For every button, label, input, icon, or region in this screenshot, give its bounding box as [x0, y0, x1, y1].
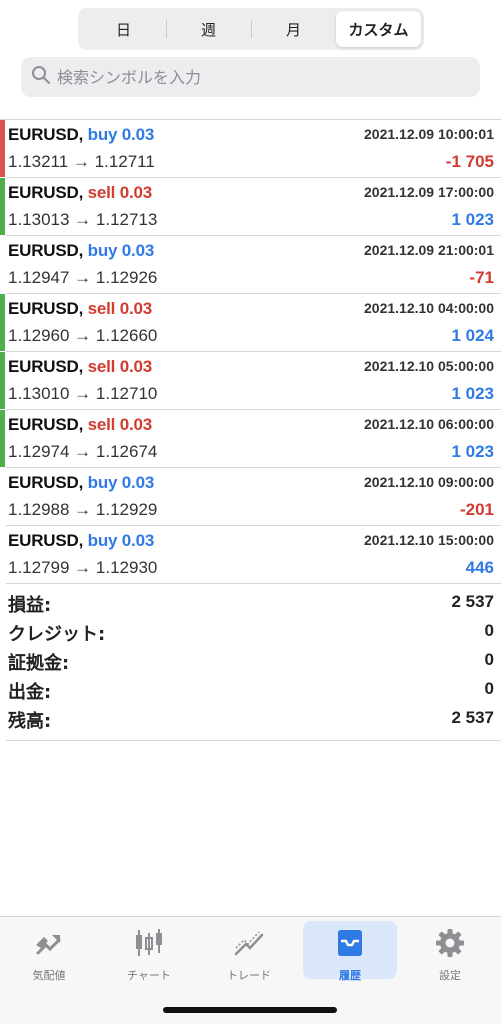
summary-value: 0: [484, 621, 494, 640]
trade-prices: 1.12947 → 1.12926: [8, 268, 158, 287]
trade-prices: 1.13010 → 1.12710: [8, 384, 158, 403]
period-tab-custom[interactable]: カスタム: [336, 11, 421, 47]
summary-row-credit: クレジット: 0: [6, 618, 501, 647]
summary-label: クレジット:: [8, 624, 106, 645]
trade-symbol: EURUSD,: [8, 125, 84, 144]
tab-label: 気配値: [32, 969, 66, 982]
trade-time: 2021.12.09 17:00:00: [364, 184, 494, 200]
trade-prices: 1.12799 → 1.12930: [8, 558, 158, 577]
trade-side-volume: sell 0.03: [87, 357, 153, 376]
trade-prices: 1.13211 → 1.12711: [8, 152, 155, 171]
trade-row[interactable]: EURUSD, buy 0.03 2021.12.09 10:00:01 1.1…: [0, 120, 501, 178]
trade-side-volume: sell 0.03: [87, 299, 153, 318]
tab-trade[interactable]: トレード: [202, 921, 296, 982]
summary-row-margin: 証拠金: 0: [6, 647, 501, 676]
candlestick-chart-icon: [132, 921, 166, 964]
trade-symbol: EURUSD,: [8, 473, 84, 492]
trade-side-volume: sell 0.03: [87, 415, 153, 434]
trade-prices: 1.13013 → 1.12713: [8, 210, 158, 229]
summary-label: 損益:: [8, 595, 52, 616]
search-bar[interactable]: [21, 57, 480, 97]
trade-symbol: EURUSD,: [8, 357, 84, 376]
tab-label: 設定: [439, 969, 461, 982]
summary-label: 証拠金:: [8, 653, 70, 674]
period-tab-month[interactable]: 月: [251, 11, 336, 47]
trade-symbol: EURUSD,: [8, 241, 84, 260]
tab-label: 履歴: [339, 969, 361, 982]
trade-side-volume: buy 0.03: [87, 241, 155, 260]
summary-label: 出金:: [8, 682, 52, 703]
summary-row-withdrawal: 出金: 0: [6, 676, 501, 705]
trade-status-bar: [0, 178, 5, 235]
trade-profit: 1 023: [451, 210, 494, 229]
summary-label: 残高:: [8, 711, 52, 732]
trade-time: 2021.12.10 09:00:00: [364, 474, 494, 490]
summary-row-profit: 損益: 2 537: [6, 589, 501, 618]
period-tab-day[interactable]: 日: [81, 11, 166, 47]
tab-chart[interactable]: チャート: [102, 921, 196, 982]
trade-profit: -1 705: [445, 152, 494, 171]
trade-symbol: EURUSD,: [8, 531, 84, 550]
trade-prices: 1.12988 → 1.12929: [8, 500, 158, 519]
home-indicator: [163, 1007, 337, 1013]
trade-row[interactable]: EURUSD, buy 0.03 2021.12.09 21:00:01 1.1…: [6, 236, 501, 294]
trade-row[interactable]: EURUSD, buy 0.03 2021.12.10 15:00:00 1.1…: [6, 526, 501, 584]
quotes-icon: [32, 921, 66, 964]
trade-side-volume: buy 0.03: [87, 531, 155, 550]
trade-profit: 1 023: [451, 384, 494, 403]
trade-profit: 446: [465, 558, 494, 577]
trade-row[interactable]: EURUSD, sell 0.03 2021.12.10 04:00:00 1.…: [0, 294, 501, 352]
search-input[interactable]: [57, 67, 457, 87]
tab-settings[interactable]: 設定: [403, 921, 497, 982]
trade-side-volume: sell 0.03: [87, 183, 153, 202]
tab-label: チャート: [127, 969, 171, 982]
trade-line-icon: [232, 921, 266, 964]
trade-row[interactable]: EURUSD, sell 0.03 2021.12.10 06:00:00 1.…: [0, 410, 501, 468]
trade-time: 2021.12.10 06:00:00: [364, 416, 494, 432]
inbox-history-icon: [333, 921, 367, 964]
tab-quotes[interactable]: 気配値: [2, 921, 96, 982]
trade-time: 2021.12.10 05:00:00: [364, 358, 494, 374]
trade-row[interactable]: EURUSD, sell 0.03 2021.12.09 17:00:00 1.…: [0, 178, 501, 236]
trade-side-volume: buy 0.03: [87, 473, 155, 492]
summary-value: 2 537: [451, 708, 494, 727]
trade-prices: 1.12960 → 1.12660: [8, 326, 158, 345]
trade-symbol: EURUSD,: [8, 299, 84, 318]
trade-row[interactable]: EURUSD, sell 0.03 2021.12.10 05:00:00 1.…: [0, 352, 501, 410]
trade-status-bar: [0, 352, 5, 409]
trade-profit: -201: [459, 500, 494, 519]
trade-profit: 1 024: [451, 326, 494, 345]
trade-prices: 1.12974 → 1.12674: [8, 442, 158, 461]
period-segmented-control: 日 週 月 カスタム: [78, 8, 424, 50]
tab-label: トレード: [227, 969, 271, 982]
trade-row[interactable]: EURUSD, buy 0.03 2021.12.10 09:00:00 1.1…: [6, 468, 501, 526]
summary-value: 0: [484, 679, 494, 698]
trade-profit: -71: [469, 268, 494, 287]
trade-status-bar: [0, 410, 5, 467]
search-icon: [31, 65, 51, 90]
trade-time: 2021.12.09 21:00:01: [364, 242, 494, 258]
trade-side-volume: buy 0.03: [87, 125, 155, 144]
trade-status-bar: [0, 120, 5, 177]
summary-value: 0: [484, 650, 494, 669]
summary-value: 2 537: [451, 592, 494, 611]
trade-status-bar: [0, 294, 5, 351]
trade-history-list: EURUSD, buy 0.03 2021.12.09 10:00:01 1.1…: [0, 119, 501, 584]
trade-symbol: EURUSD,: [8, 183, 84, 202]
trade-time: 2021.12.10 15:00:00: [364, 532, 494, 548]
trade-time: 2021.12.09 10:00:01: [364, 126, 494, 142]
period-tab-week[interactable]: 週: [166, 11, 251, 47]
summary-row-balance: 残高: 2 537: [6, 705, 501, 734]
trade-symbol: EURUSD,: [8, 415, 84, 434]
trade-time: 2021.12.10 04:00:00: [364, 300, 494, 316]
history-summary: 損益: 2 537 クレジット: 0 証拠金: 0 出金: 0 残高: 2 53…: [6, 589, 501, 741]
gear-icon: [433, 921, 467, 964]
tab-history[interactable]: 履歴: [303, 921, 397, 982]
trade-profit: 1 023: [451, 442, 494, 461]
